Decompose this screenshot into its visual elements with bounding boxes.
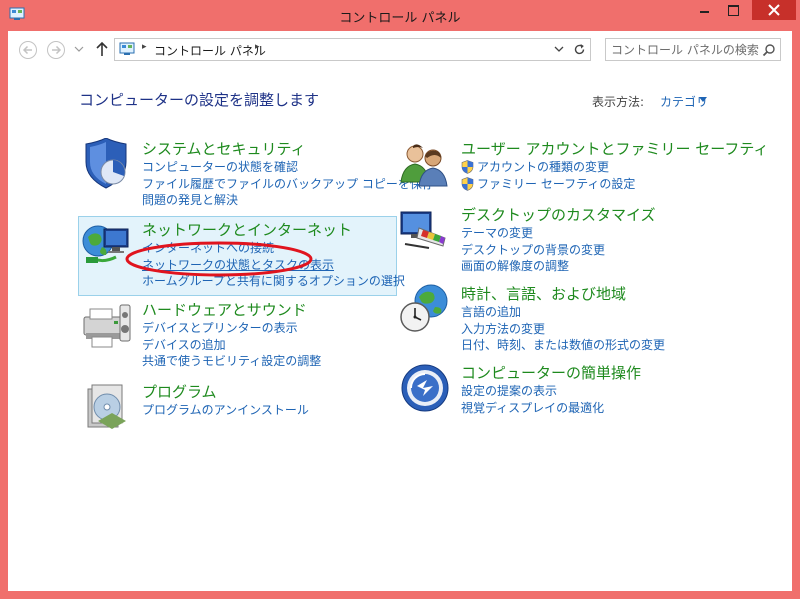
window-title: コントロール パネル (339, 11, 461, 26)
page-title: コンピューターの設定を調整します (79, 91, 320, 109)
navigation-bar: ▸ コントロール パネル ▸ (8, 31, 792, 69)
category-programs: プログラム プログラムのアンインストール (80, 381, 400, 441)
link-change-account-type-label: アカウントの種類の変更 (477, 160, 610, 174)
search-input[interactable] (611, 42, 759, 58)
link-change-date-time-number-format[interactable]: 日付、時刻、または数値の形式の変更 (461, 337, 665, 354)
refresh-button[interactable] (568, 38, 591, 61)
link-add-device[interactable]: デバイスの追加 (142, 337, 321, 354)
hardware-sound-links: デバイスとプリンターの表示 デバイスの追加 共通で使うモビリティ設定の調整 (142, 320, 321, 370)
link-family-safety-settings-label: ファミリー セーフティの設定 (477, 176, 636, 191)
minimize-button[interactable] (692, 0, 718, 22)
link-view-network-status-tasks[interactable]: ネットワークの状態とタスクの表示 (142, 257, 405, 274)
title-bar[interactable]: コントロール パネル (0, 0, 800, 34)
link-adjust-screen-resolution[interactable]: 画面の解像度の調整 (461, 258, 605, 275)
control-panel-icon (119, 42, 135, 55)
programs-links: プログラムのアンインストール (142, 402, 309, 419)
category-clock-language-region: 時計、言語、および地域 言語の追加 入力方法の変更 日付、時刻、または数値の形式… (399, 283, 729, 353)
uac-shield-icon (461, 176, 474, 191)
clock-language-region-links: 言語の追加 入力方法の変更 日付、時刻、または数値の形式の変更 (461, 304, 665, 354)
category-title-ease-of-access[interactable]: コンピューターの簡単操作 (461, 362, 641, 383)
category-title-network-internet[interactable]: ネットワークとインターネット (142, 219, 352, 240)
link-change-desktop-background[interactable]: デスクトップの背景の変更 (461, 242, 605, 259)
uac-shield-icon (461, 160, 474, 174)
link-file-history-backup[interactable]: ファイル履歴でファイルのバックアップ コピーを保存 (142, 176, 434, 193)
category-title-system-security[interactable]: システムとセキュリティ (142, 138, 306, 159)
search-icon[interactable] (762, 43, 776, 57)
window-client-area: ▸ コントロール パネル ▸ コンピューターの設定を調整します 表示方法: カテ… (8, 31, 792, 591)
address-dropdown-chevron-icon[interactable] (553, 43, 565, 55)
system-security-links: コンピューターの状態を確認 ファイル履歴でファイルのバックアップ コピーを保存 … (142, 159, 434, 209)
link-find-fix-problems[interactable]: 問題の発見と解決 (142, 192, 434, 209)
address-bar[interactable]: ▸ コントロール パネル ▸ (114, 38, 580, 61)
category-desktop-customization: デスクトップのカスタマイズ テーマの変更 デスクトップの背景の変更 画面の解像度… (399, 204, 729, 274)
desktop-palette-icon (400, 211, 446, 249)
link-change-account-type[interactable]: アカウントの種類の変更 (461, 159, 635, 176)
category-title-user-accounts[interactable]: ユーザー アカウントとファミリー セーフティ (461, 138, 768, 159)
security-shield-icon (85, 138, 127, 189)
link-homegroup-sharing-options[interactable]: ホームグループと共有に関するオプションの選択 (142, 273, 405, 290)
link-view-devices-printers[interactable]: デバイスとプリンターの表示 (142, 320, 321, 337)
category-hardware-sound: ハードウェアとサウンド デバイスとプリンターの表示 デバイスの追加 共通で使うモ… (80, 299, 400, 369)
refresh-icon (574, 44, 585, 55)
maximize-button[interactable] (720, 0, 746, 22)
desktop-customization-links: テーマの変更 デスクトップの背景の変更 画面の解像度の調整 (461, 225, 605, 275)
up-arrow-icon[interactable] (94, 39, 110, 59)
ease-of-access-links: 設定の提案の表示 視覚ディスプレイの最適化 (461, 383, 604, 416)
view-by-label: 表示方法: (592, 95, 645, 109)
network-globe-icon (82, 225, 129, 263)
close-button[interactable] (752, 0, 796, 20)
category-title-desktop-customization[interactable]: デスクトップのカスタマイズ (461, 204, 656, 225)
users-icon (400, 144, 448, 187)
user-accounts-links: アカウントの種類の変更 ファミリー セーフティの設定 (461, 159, 635, 192)
link-mobility-settings[interactable]: 共通で使うモビリティ設定の調整 (142, 353, 321, 370)
link-connect-to-internet[interactable]: インターネットへの接続 (142, 240, 405, 257)
category-title-hardware-sound[interactable]: ハードウェアとサウンド (142, 299, 307, 320)
category-title-programs[interactable]: プログラム (142, 381, 217, 402)
link-check-computer-status[interactable]: コンピューターの状態を確認 (142, 159, 434, 176)
ease-of-access-icon (401, 364, 449, 412)
close-icon (768, 4, 780, 16)
link-view-recommended-settings[interactable]: 設定の提案の表示 (461, 383, 604, 400)
link-add-language[interactable]: 言語の追加 (461, 304, 665, 321)
view-by-chevron-down-icon[interactable] (699, 97, 707, 102)
link-optimize-visual-display[interactable]: 視覚ディスプレイの最適化 (461, 400, 604, 417)
link-family-safety-settings[interactable]: ファミリー セーフティの設定 (461, 176, 635, 193)
clock-globe-icon (400, 284, 448, 332)
category-ease-of-access: コンピューターの簡単操作 設定の提案の表示 視覚ディスプレイの最適化 (399, 362, 729, 422)
link-uninstall-program[interactable]: プログラムのアンインストール (142, 402, 309, 419)
link-change-theme[interactable]: テーマの変更 (461, 225, 605, 242)
search-box[interactable] (605, 38, 781, 61)
category-user-accounts: ユーザー アカウントとファミリー セーフティ アカウントの種類の変更 ファミリー… (399, 138, 768, 208)
category-network-internet: ネットワークとインターネット インターネットへの接続 ネットワークの状態とタスク… (80, 219, 405, 289)
back-arrow-icon[interactable] (18, 40, 38, 60)
breadcrumb-separator-icon[interactable]: ▸ (142, 42, 147, 52)
printer-icon (83, 304, 131, 348)
breadcrumb-separator-icon[interactable]: ▸ (255, 42, 260, 52)
recent-locations-chevron-icon[interactable] (74, 44, 84, 54)
breadcrumb-control-panel[interactable]: コントロール パネル (154, 42, 266, 59)
network-internet-links: インターネットへの接続 ネットワークの状態とタスクの表示 ホームグループと共有に… (142, 240, 405, 290)
category-title-clock-language-region[interactable]: 時計、言語、および地域 (461, 283, 626, 304)
category-system-security: システムとセキュリティ コンピューターの状態を確認 ファイル履歴でファイルのバッ… (80, 138, 434, 208)
forward-arrow-icon[interactable] (46, 40, 66, 60)
link-change-input-method[interactable]: 入力方法の変更 (461, 321, 665, 338)
programs-disc-box-icon (87, 384, 126, 429)
